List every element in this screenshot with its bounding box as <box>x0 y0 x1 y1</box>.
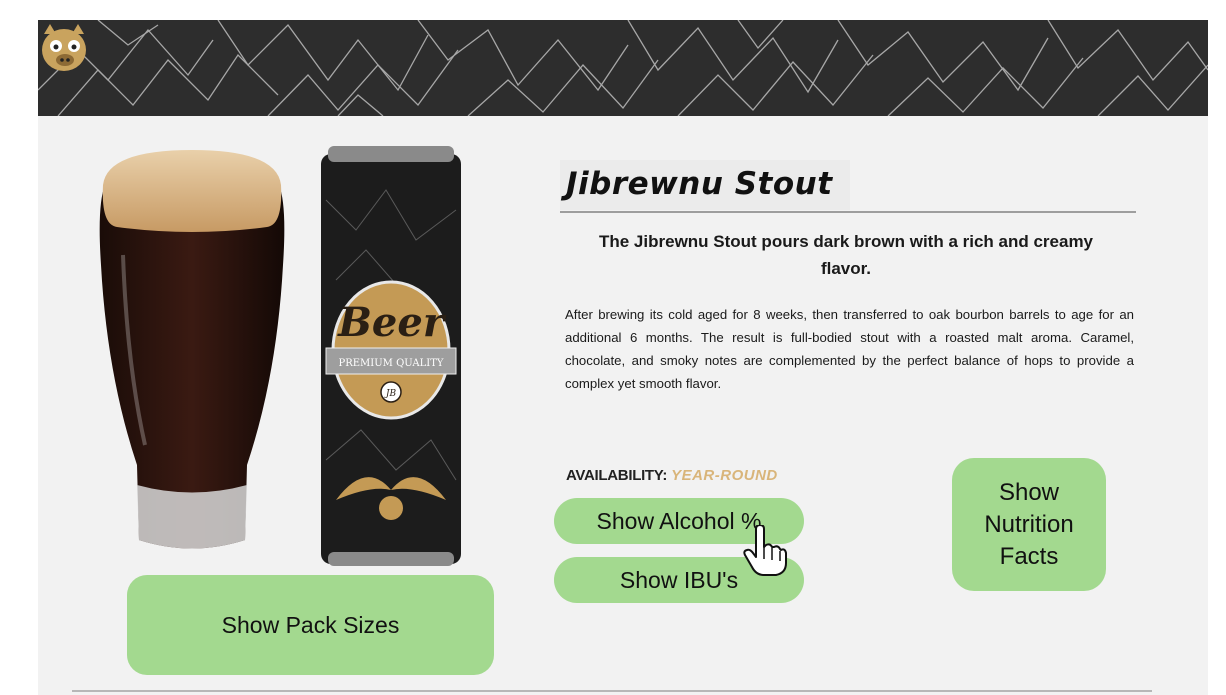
product-subheading: The Jibrewnu Stout pours dark brown with… <box>598 232 1094 278</box>
bottom-divider <box>72 690 1152 692</box>
hand-pointer-icon <box>743 525 787 576</box>
beer-glass-image <box>99 150 285 549</box>
header-pattern <box>38 20 1208 116</box>
title-area: Jibrewnu Stout <box>560 160 1136 213</box>
availability-value: YEAR-ROUND <box>671 467 778 484</box>
show-nutrition-facts-button[interactable]: Show Nutrition Facts <box>952 458 1106 591</box>
pig-mascot-logo-icon <box>42 24 86 71</box>
header-banner <box>38 20 1208 116</box>
beer-can-image: Beer PREMIUM QUALITY JB <box>321 146 461 566</box>
product-title: Jibrewnu Stout <box>566 166 833 202</box>
product-panel: Beer PREMIUM QUALITY JB Jibrewnu Stout T… <box>38 20 1208 695</box>
can-label-ribbon: PREMIUM QUALITY <box>339 358 444 369</box>
availability-label: AVAILABILITY: <box>566 467 668 484</box>
availability: AVAILABILITY: YEAR-ROUND <box>566 467 778 484</box>
can-label-main: Beer <box>337 299 447 346</box>
show-pack-sizes-button[interactable]: Show Pack Sizes <box>127 575 494 675</box>
product-description: After brewing its cold aged for 8 weeks,… <box>565 307 1134 391</box>
can-label-badge: JB <box>384 389 397 399</box>
